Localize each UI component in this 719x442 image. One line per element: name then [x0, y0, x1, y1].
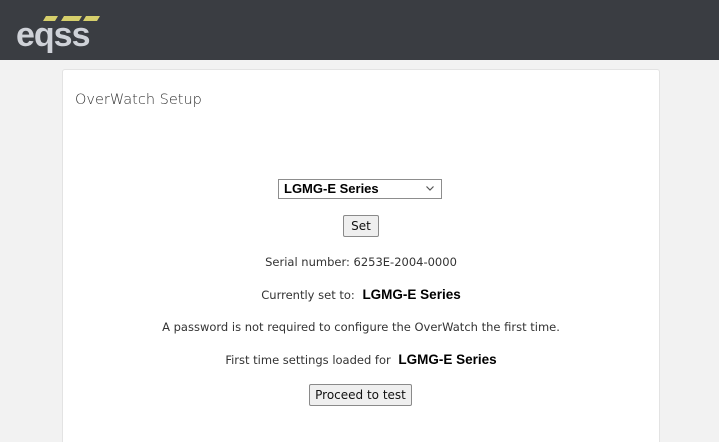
series-select-value: LGMG-E Series: [284, 181, 379, 196]
chevron-down-icon: [426, 186, 434, 191]
serial-number-label: Serial number:: [265, 255, 350, 269]
logo-text: eqss: [16, 16, 90, 54]
eqss-logo: eqss: [16, 16, 100, 54]
password-notice: A password is not required to configure …: [162, 320, 560, 334]
serial-number-value: 6253E-2004-0000: [353, 255, 457, 269]
settings-loaded-line: First time settings loaded for LGMG-E Se…: [63, 352, 659, 367]
series-select[interactable]: LGMG-E Series: [278, 179, 442, 199]
page-title: OverWatch Setup: [75, 92, 202, 108]
currently-set-label: Currently set to:: [261, 288, 355, 302]
currently-set-line: Currently set to: LGMG-E Series: [63, 287, 659, 302]
currently-set-value: LGMG-E Series: [362, 287, 461, 302]
proceed-to-test-button[interactable]: Proceed to test: [309, 384, 412, 406]
settings-loaded-label: First time settings loaded for: [225, 353, 391, 367]
setup-card: OverWatch Setup LGMG-E Series Set Serial…: [62, 69, 660, 442]
set-button[interactable]: Set: [343, 215, 379, 237]
top-header-bar: eqss: [0, 0, 719, 60]
serial-number-line: Serial number: 6253E-2004-0000: [63, 255, 659, 269]
settings-loaded-value: LGMG-E Series: [398, 352, 497, 367]
